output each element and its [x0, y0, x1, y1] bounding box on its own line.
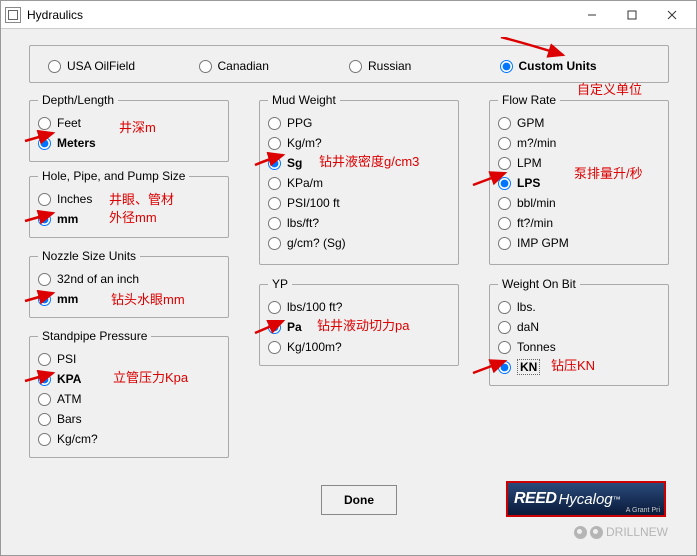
- stand-kgcm[interactable]: Kg/cm?: [38, 429, 220, 449]
- flow-lpm[interactable]: LPM: [498, 153, 660, 173]
- depth-legend: Depth/Length: [38, 93, 118, 107]
- mud-sg[interactable]: Sg: [268, 153, 450, 173]
- wechat-icon: [574, 526, 587, 539]
- mud-group: Mud Weight PPG Kg/m? Sg KPa/m PSI/100 ft…: [259, 93, 459, 265]
- hole-group: Hole, Pipe, and Pump Size Inches mm: [29, 169, 229, 238]
- flow-bblmin[interactable]: bbl/min: [498, 193, 660, 213]
- yp-pa[interactable]: Pa: [268, 317, 450, 337]
- flow-group: Flow Rate GPM m?/min LPM LPS bbl/min ft?…: [489, 93, 669, 265]
- locale-custom[interactable]: Custom Units: [500, 56, 651, 76]
- mud-gcm[interactable]: g/cm? (Sg): [268, 233, 450, 253]
- flow-lps[interactable]: LPS: [498, 173, 660, 193]
- mud-kpam[interactable]: KPa/m: [268, 173, 450, 193]
- stand-atm[interactable]: ATM: [38, 389, 220, 409]
- minimize-button[interactable]: [572, 2, 612, 28]
- app-icon: [5, 7, 21, 23]
- titlebar: Hydraulics: [1, 1, 696, 29]
- close-button[interactable]: [652, 2, 692, 28]
- wob-tonnes[interactable]: Tonnes: [498, 337, 660, 357]
- hole-inches[interactable]: Inches: [38, 189, 220, 209]
- mud-kgm[interactable]: Kg/m?: [268, 133, 450, 153]
- locale-russian[interactable]: Russian: [349, 56, 500, 76]
- mud-psi100[interactable]: PSI/100 ft: [268, 193, 450, 213]
- done-button[interactable]: Done: [321, 485, 397, 515]
- client-area: USA OilField Canadian Russian Custom Uni…: [11, 37, 686, 545]
- wob-lbs[interactable]: lbs.: [498, 297, 660, 317]
- wechat-icon: [590, 526, 603, 539]
- hole-mm[interactable]: mm: [38, 209, 220, 229]
- window-title: Hydraulics: [27, 8, 572, 22]
- maximize-icon: [627, 10, 637, 20]
- nozzle-32nd[interactable]: 32nd of an inch: [38, 269, 220, 289]
- reed-hycalog-logo: REED Hycalog™ A Grant Pri: [506, 481, 666, 517]
- yp-kg100m[interactable]: Kg/100m?: [268, 337, 450, 357]
- flow-m3min[interactable]: m?/min: [498, 133, 660, 153]
- standpipe-legend: Standpipe Pressure: [38, 329, 151, 343]
- wob-legend: Weight On Bit: [498, 277, 580, 291]
- hydraulics-window: Hydraulics USA OilField Canadian Russian…: [0, 0, 697, 556]
- depth-group: Depth/Length Feet Meters: [29, 93, 229, 162]
- flow-impgpm[interactable]: IMP GPM: [498, 233, 660, 253]
- nozzle-group: Nozzle Size Units 32nd of an inch mm: [29, 249, 229, 318]
- stand-bars[interactable]: Bars: [38, 409, 220, 429]
- close-icon: [667, 10, 677, 20]
- nozzle-mm[interactable]: mm: [38, 289, 220, 309]
- wob-group: Weight On Bit lbs. daN Tonnes KN: [489, 277, 669, 386]
- wob-dan[interactable]: daN: [498, 317, 660, 337]
- yp-legend: YP: [268, 277, 292, 291]
- yp-lbs100[interactable]: lbs/100 ft?: [268, 297, 450, 317]
- standpipe-group: Standpipe Pressure PSI KPA ATM Bars Kg/c…: [29, 329, 229, 458]
- maximize-button[interactable]: [612, 2, 652, 28]
- locale-canadian[interactable]: Canadian: [199, 56, 350, 76]
- minimize-icon: [587, 10, 597, 20]
- locale-group: USA OilField Canadian Russian Custom Uni…: [29, 45, 669, 83]
- yp-group: YP lbs/100 ft? Pa Kg/100m?: [259, 277, 459, 366]
- mud-legend: Mud Weight: [268, 93, 340, 107]
- wob-kn[interactable]: KN: [498, 357, 660, 377]
- depth-meters[interactable]: Meters: [38, 133, 220, 153]
- flow-legend: Flow Rate: [498, 93, 560, 107]
- depth-feet[interactable]: Feet: [38, 113, 220, 133]
- mud-lbsft[interactable]: lbs/ft?: [268, 213, 450, 233]
- flow-gpm[interactable]: GPM: [498, 113, 660, 133]
- stand-psi[interactable]: PSI: [38, 349, 220, 369]
- locale-usa[interactable]: USA OilField: [48, 56, 199, 76]
- mud-ppg[interactable]: PPG: [268, 113, 450, 133]
- nozzle-legend: Nozzle Size Units: [38, 249, 140, 263]
- stand-kpa[interactable]: KPA: [38, 369, 220, 389]
- watermark: DRILLNEW: [574, 525, 668, 539]
- hole-legend: Hole, Pipe, and Pump Size: [38, 169, 189, 183]
- flow-ftmin[interactable]: ft?/min: [498, 213, 660, 233]
